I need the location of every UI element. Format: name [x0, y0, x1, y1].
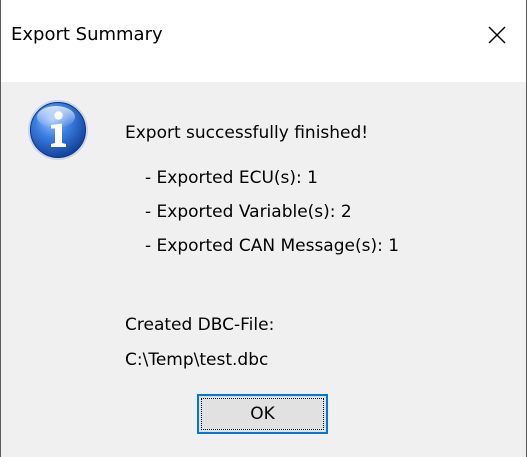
dialog-title: Export Summary [11, 24, 163, 45]
ok-button[interactable]: OK [197, 394, 328, 434]
detail-can-message-count: - Exported CAN Message(s): 1 [145, 236, 400, 256]
title-bar[interactable]: Export Summary [1, 0, 526, 82]
detail-variable-count: - Exported Variable(s): 2 [145, 202, 352, 222]
info-icon [28, 100, 88, 160]
headline-text: Export successfully finished! [125, 123, 369, 143]
created-file-label: Created DBC-File: [125, 315, 275, 335]
close-button[interactable] [468, 0, 526, 82]
close-icon [488, 26, 506, 44]
export-summary-dialog: Export Summary Export successfully finis… [0, 0, 527, 457]
created-file-path: C:\Temp\test.dbc [125, 350, 269, 370]
detail-ecu-count: - Exported ECU(s): 1 [145, 168, 318, 188]
ok-button-label: OK [201, 398, 324, 430]
